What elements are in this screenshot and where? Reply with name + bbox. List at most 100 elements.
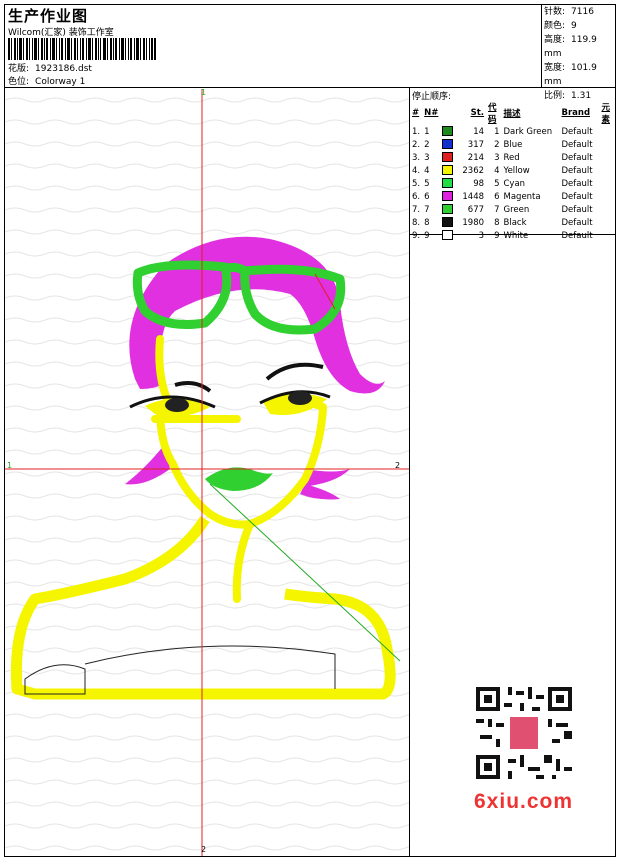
row-element (600, 164, 616, 177)
row-stitches: 1448 (462, 191, 485, 202)
col-hash: # (412, 108, 420, 118)
row-color-swatch (440, 229, 460, 242)
color-swatch (442, 126, 454, 137)
barcode (8, 38, 156, 60)
row-color-swatch (440, 216, 460, 229)
page-title: 生产作业图 (8, 7, 89, 25)
row-code: 1 (494, 126, 500, 137)
row-n: 4 (424, 165, 430, 176)
row-desc: Black (503, 217, 527, 228)
color-swatch (442, 204, 454, 215)
row-desc: Red (503, 152, 520, 163)
row-element (600, 177, 616, 190)
row-index: 3. (412, 152, 421, 163)
row-element (600, 138, 616, 151)
row-stitches: 317 (467, 139, 485, 150)
col-stitches: St. (470, 108, 485, 118)
stat-width: 宽度: 101.9 mm (544, 63, 597, 87)
axis-marker-left: 1 (7, 461, 13, 470)
row-n: 3 (424, 152, 430, 163)
row-desc: Dark Green (503, 126, 553, 137)
stat-height: 高度: 119.9 mm (544, 35, 597, 59)
row-desc: Yellow (503, 165, 530, 176)
row-code: 5 (494, 178, 500, 189)
table-row: 2. 2 317 2 Blue Default (410, 138, 615, 151)
color-swatch (442, 230, 454, 241)
color-swatch (442, 152, 454, 163)
row-color-swatch (440, 125, 460, 138)
row-element (600, 203, 616, 216)
row-desc: White (503, 230, 529, 241)
row-index: 6. (412, 191, 421, 202)
row-index: 4. (412, 165, 421, 176)
design-file-value: 1923186.dst (35, 64, 92, 74)
design-canvas[interactable]: 1 2 1 2 (5, 89, 409, 856)
row-element (600, 125, 616, 138)
axis-marker-top: 1 (201, 89, 207, 97)
row-n: 2 (424, 139, 430, 150)
row-stitches: 2362 (462, 165, 485, 176)
table-header-row: # N# St. 代码 描述 Brand 元素 (410, 101, 615, 125)
row-brand: Default (561, 230, 593, 241)
row-brand: Default (561, 126, 593, 137)
row-brand: Default (561, 191, 593, 202)
embroidery-preview (5, 89, 409, 856)
row-code: 6 (494, 191, 500, 202)
row-code: 8 (494, 217, 500, 228)
color-swatch (442, 178, 454, 189)
row-element (600, 216, 616, 229)
row-desc: Cyan (503, 178, 526, 189)
col-element: 元素 (601, 103, 611, 125)
row-color-swatch (440, 190, 460, 203)
col-code: 代码 (488, 103, 497, 125)
row-color-swatch (440, 138, 460, 151)
row-color-swatch (440, 177, 460, 190)
col-brand: Brand (561, 108, 591, 118)
row-n: 8 (424, 217, 430, 228)
stop-sequence-panel: 停止顺序: # N# St. 代码 描述 Brand 元素 1. 1 14 1 Dark… (410, 89, 616, 241)
row-brand: Default (561, 139, 593, 150)
row-color-swatch (440, 151, 460, 164)
row-stitches: 1980 (462, 217, 485, 228)
table-row: 5. 5 98 5 Cyan Default (410, 177, 615, 190)
design-file-label: 花版: (8, 64, 30, 74)
table-row: 1. 1 14 1 Dark Green Default (410, 125, 615, 138)
row-index: 1. (412, 126, 421, 137)
row-index: 5. (412, 178, 421, 189)
stat-stitches: 针数: 7116 (544, 7, 594, 17)
col-desc: 描述 (503, 109, 521, 119)
row-desc: Green (503, 204, 530, 215)
row-code: 2 (494, 139, 500, 150)
row-desc: Magenta (503, 191, 541, 202)
header-divider (541, 4, 542, 87)
row-stitches: 677 (467, 204, 485, 215)
row-color-swatch (440, 203, 460, 216)
row-code: 7 (494, 204, 500, 215)
color-swatch (442, 165, 454, 176)
row-code: 3 (494, 152, 500, 163)
row-brand: Default (561, 204, 593, 215)
color-swatch (442, 139, 454, 150)
row-element (600, 190, 616, 203)
row-index: 7. (412, 204, 421, 215)
row-desc: Blue (503, 139, 523, 150)
row-code: 4 (494, 165, 500, 176)
row-stitches: 14 (473, 126, 485, 137)
row-stitches: 214 (467, 152, 485, 163)
row-index: 9. (412, 230, 421, 241)
row-stitches: 98 (473, 178, 485, 189)
company-name: Wilcom(汇家) 装饰工作室 (8, 28, 114, 38)
table-row: 3. 3 214 3 Red Default (410, 151, 615, 164)
axis-marker-bottom: 2 (201, 845, 207, 854)
row-n: 9 (424, 230, 430, 241)
row-n: 6 (424, 191, 430, 202)
stat-colors: 颜色: 9 (544, 21, 577, 31)
row-index: 8. (412, 217, 421, 228)
row-brand: Default (561, 178, 593, 189)
colorway-label: 色位: (8, 77, 30, 87)
colorway-row: 色位: Colorway 1 (8, 74, 85, 87)
row-n: 1 (424, 126, 430, 137)
fabric-texture (5, 89, 409, 856)
axis-marker-right: 2 (395, 461, 401, 470)
row-element (600, 229, 616, 242)
